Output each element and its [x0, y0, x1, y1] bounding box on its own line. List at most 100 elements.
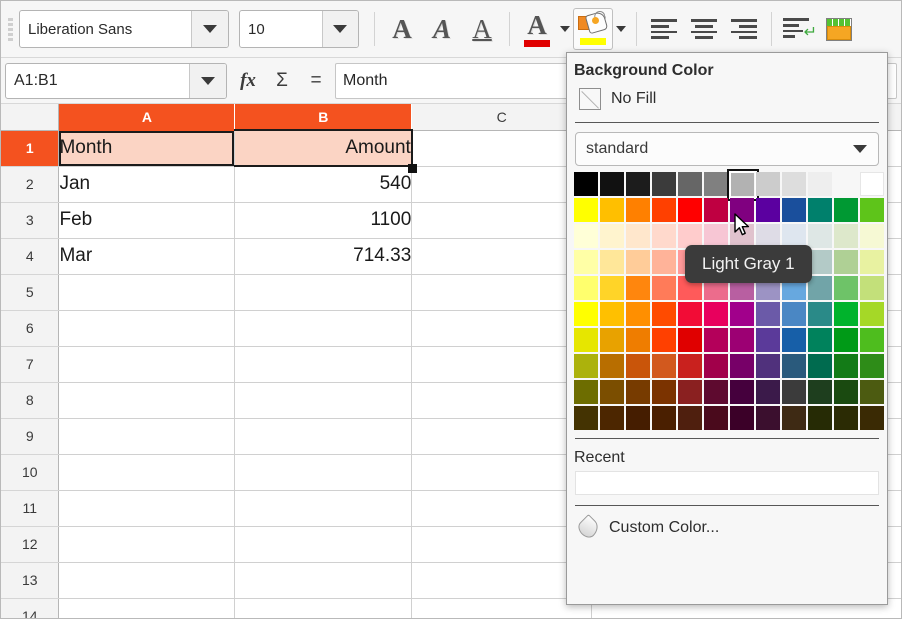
cell-c14[interactable]: [411, 598, 593, 618]
color-swatch-r6-c3[interactable]: [626, 302, 650, 326]
color-swatch-r4-c12[interactable]: [860, 250, 884, 274]
color-swatch-r8-c12[interactable]: [860, 354, 884, 378]
cell-c5[interactable]: [411, 274, 593, 311]
cell-a1[interactable]: Month: [58, 130, 236, 167]
font-name-combobox[interactable]: Liberation Sans: [19, 10, 229, 48]
cell-a14[interactable]: [58, 598, 236, 618]
color-swatch-r8-c9[interactable]: [782, 354, 806, 378]
color-swatch-r9-c12[interactable]: [860, 380, 884, 404]
color-swatch-r9-c6[interactable]: [704, 380, 728, 404]
cell-c8[interactable]: [411, 382, 593, 419]
palette-select[interactable]: standard: [575, 132, 879, 166]
font-name-chevron-down-icon[interactable]: [191, 11, 228, 47]
function-wizard-button[interactable]: fx: [231, 63, 265, 99]
align-right-button[interactable]: [724, 8, 764, 50]
cell-b4[interactable]: 714.33: [234, 238, 413, 275]
color-swatch-r7-c12[interactable]: [860, 328, 884, 352]
color-swatch-r5-c3[interactable]: [626, 276, 650, 300]
color-swatch-r9-c3[interactable]: [626, 380, 650, 404]
background-color-chevron-down-icon[interactable]: [613, 8, 629, 50]
color-swatch-r1-c4[interactable]: [652, 172, 676, 196]
column-header-c[interactable]: C: [411, 104, 593, 131]
color-swatch-r10-c4[interactable]: [652, 406, 676, 430]
color-swatch-r6-c4[interactable]: [652, 302, 676, 326]
color-swatch-r1-c11[interactable]: [834, 172, 858, 196]
color-swatch-r10-c3[interactable]: [626, 406, 650, 430]
font-size-chevron-down-icon[interactable]: [321, 11, 358, 47]
color-swatch-r6-c2[interactable]: [600, 302, 624, 326]
color-swatch-r10-c10[interactable]: [808, 406, 832, 430]
align-left-button[interactable]: [644, 8, 684, 50]
cell-a11[interactable]: [58, 490, 236, 527]
bold-button[interactable]: A: [382, 8, 422, 50]
color-swatch-r8-c8[interactable]: [756, 354, 780, 378]
color-swatch-r1-c6[interactable]: [704, 172, 728, 196]
color-swatch-r6-c11[interactable]: [834, 302, 858, 326]
row-header-4[interactable]: 4: [1, 238, 60, 275]
no-fill-checkbox-icon[interactable]: [579, 88, 601, 110]
color-swatch-r3-c2[interactable]: [600, 224, 624, 248]
cell-a4[interactable]: Mar: [58, 238, 236, 275]
color-swatch-r9-c7[interactable]: [730, 380, 754, 404]
color-swatch-r3-c12[interactable]: [860, 224, 884, 248]
color-swatch-r6-c1[interactable]: [574, 302, 598, 326]
font-size-combobox[interactable]: 10: [239, 10, 359, 48]
font-color-button[interactable]: A: [517, 8, 557, 50]
cell-c1[interactable]: [411, 130, 593, 167]
cell-a13[interactable]: [58, 562, 236, 599]
font-size-value[interactable]: 10: [240, 11, 322, 47]
color-swatch-r7-c11[interactable]: [834, 328, 858, 352]
color-swatch-r1-c5[interactable]: [678, 172, 702, 196]
selection-fill-handle[interactable]: [408, 164, 417, 173]
merge-cells-button[interactable]: [819, 8, 859, 50]
color-swatch-r9-c1[interactable]: [574, 380, 598, 404]
color-swatch-r9-c9[interactable]: [782, 380, 806, 404]
recent-colors-strip[interactable]: [575, 471, 879, 495]
color-swatch-r5-c1[interactable]: [574, 276, 598, 300]
color-swatch-r9-c10[interactable]: [808, 380, 832, 404]
cell-a8[interactable]: [58, 382, 236, 419]
custom-color-button[interactable]: Custom Color...: [567, 506, 887, 541]
no-fill-option[interactable]: No Fill: [567, 86, 887, 119]
color-swatch-r8-c4[interactable]: [652, 354, 676, 378]
background-color-button[interactable]: [573, 8, 613, 50]
color-swatch-r7-c6[interactable]: [704, 328, 728, 352]
cell-b12[interactable]: [234, 526, 413, 563]
toolbar-drag-handle-icon[interactable]: [5, 12, 15, 46]
color-swatch-r7-c8[interactable]: [756, 328, 780, 352]
row-header-3[interactable]: 3: [1, 202, 60, 239]
color-swatch-r9-c8[interactable]: [756, 380, 780, 404]
cell-a6[interactable]: [58, 310, 236, 347]
color-swatch-r8-c1[interactable]: [574, 354, 598, 378]
cell-b5[interactable]: [234, 274, 413, 311]
cell-b1[interactable]: Amount: [234, 129, 413, 167]
row-header-10[interactable]: 10: [1, 454, 60, 491]
color-swatch-r10-c9[interactable]: [782, 406, 806, 430]
cell-a9[interactable]: [58, 418, 236, 455]
font-name-value[interactable]: Liberation Sans: [20, 11, 191, 47]
cell-a12[interactable]: [58, 526, 236, 563]
color-swatch-r5-c12[interactable]: [860, 276, 884, 300]
name-box-value[interactable]: A1:B1: [6, 64, 189, 98]
cell-c13[interactable]: [411, 562, 593, 599]
color-swatch-r7-c5[interactable]: [678, 328, 702, 352]
color-swatch-r10-c5[interactable]: [678, 406, 702, 430]
color-swatch-r6-c9[interactable]: [782, 302, 806, 326]
color-swatch-r2-c6[interactable]: [704, 198, 728, 222]
name-box[interactable]: A1:B1: [5, 62, 227, 99]
cell-c3[interactable]: [411, 202, 593, 239]
color-swatch-r2-c11[interactable]: [834, 198, 858, 222]
color-swatch-r2-c2[interactable]: [600, 198, 624, 222]
color-swatch-r6-c6[interactable]: [704, 302, 728, 326]
cell-b13[interactable]: [234, 562, 413, 599]
row-header-1[interactable]: 1: [1, 130, 60, 167]
color-swatch-r7-c9[interactable]: [782, 328, 806, 352]
color-swatch-r4-c3[interactable]: [626, 250, 650, 274]
cell-b14[interactable]: [234, 598, 413, 618]
align-center-button[interactable]: [684, 8, 724, 50]
color-swatch-r1-c1[interactable]: [574, 172, 598, 196]
color-swatch-r4-c4[interactable]: [652, 250, 676, 274]
formula-button[interactable]: =: [299, 63, 333, 99]
cell-a7[interactable]: [58, 346, 236, 383]
cell-c6[interactable]: [411, 310, 593, 347]
